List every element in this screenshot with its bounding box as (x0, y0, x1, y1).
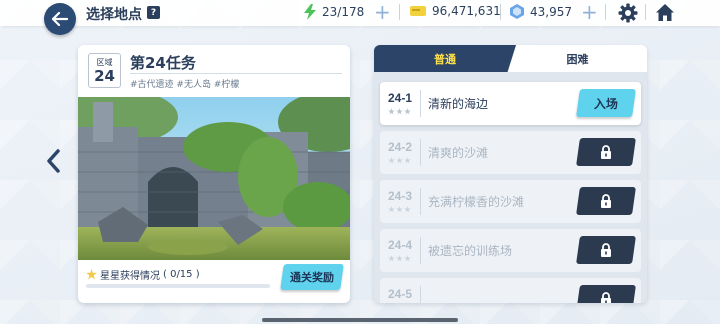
gear-icon[interactable] (618, 3, 638, 23)
star-icon (388, 157, 395, 164)
stage-item-24-1[interactable]: 24-1 清新的海边 入场 (380, 82, 641, 125)
enter-button[interactable]: 入场 (576, 89, 636, 117)
gems-value: 43,957 (530, 4, 572, 19)
divider (605, 4, 606, 20)
locked-button[interactable] (576, 236, 636, 264)
stage-stars (388, 108, 411, 115)
stamina-counter: 23/178 (304, 4, 364, 20)
title-underline (130, 73, 342, 74)
stage-item-24-3[interactable]: 24-3 充满柠檬香的沙滩 (380, 180, 641, 223)
lock-icon (601, 292, 611, 303)
stage-separator (420, 188, 421, 215)
stage-number: 24-2 (388, 140, 413, 154)
stars-label-text: 星星获得情况 (100, 271, 160, 282)
home-icon[interactable] (655, 3, 675, 23)
star-icon (404, 206, 411, 213)
stars-progress-bar (86, 284, 270, 288)
help-button[interactable]: ? (147, 6, 160, 19)
stage-name: 充满柠檬香的沙滩 (428, 195, 525, 209)
clear-reward-label: 通关奖励 (290, 271, 334, 284)
gems-counter: 43,957 (510, 4, 572, 19)
star-icon (86, 269, 97, 280)
stage-name: 清爽的沙滩 (428, 146, 489, 160)
star-icon (388, 255, 395, 262)
tab-hard-label: 困难 (566, 52, 589, 66)
star-icon (404, 255, 411, 262)
add-gems-button[interactable]: + (581, 2, 598, 22)
tab-hard[interactable]: 困难 (508, 45, 647, 72)
top-bar: 10:47 选择地点 ? 23/178 + 96,471,631 43,957 … (0, 0, 720, 26)
mission-tags: #古代遗迹 #无人岛 #柠檬 (130, 80, 240, 90)
divider (645, 4, 646, 20)
lock-icon (601, 145, 611, 159)
mission-title: 第24任务 (130, 54, 196, 72)
back-button[interactable] (44, 3, 76, 35)
stage-item-24-4[interactable]: 24-4 被遗忘的训练场 (380, 229, 641, 272)
divider (399, 4, 400, 20)
gem-icon (510, 4, 524, 19)
credits-counter: 96,471,631 (410, 4, 501, 18)
lock-icon (601, 243, 611, 257)
stage-name: 清新的海边 (428, 97, 489, 111)
star-icon (396, 255, 403, 262)
chevron-left-icon[interactable] (44, 148, 62, 174)
star-icon (396, 206, 403, 213)
tab-normal[interactable]: 普通 (374, 45, 516, 72)
home-indicator[interactable] (262, 318, 458, 322)
page-title: 选择地点 (86, 7, 142, 23)
star-icon (388, 108, 395, 115)
locked-button[interactable] (576, 138, 636, 166)
locked-button[interactable] (576, 285, 636, 303)
stage-separator (420, 139, 421, 166)
credits-value: 96,471,631 (432, 4, 501, 18)
area-badge: 区域 24 (88, 53, 121, 88)
stage-separator (420, 237, 421, 264)
clear-reward-button[interactable]: 通关奖励 (280, 264, 344, 290)
add-stamina-button[interactable]: + (374, 2, 391, 22)
stars-progress-label: 星星获得情况 ( 0/15 ) (86, 267, 200, 282)
ruins-scene-image (78, 97, 350, 260)
stage-stars (388, 157, 411, 164)
stage-item-24-5[interactable]: 24-5 (380, 278, 641, 303)
stage-name: 被遗忘的训练场 (428, 244, 513, 258)
area-number: 24 (94, 67, 115, 85)
lightning-icon (304, 4, 316, 20)
star-icon (396, 157, 403, 164)
stage-list-panel: 普通 困难 24-1 清新的海边 入场 24-2 清爽的沙滩 24-3 充满柠檬… (374, 45, 647, 303)
star-icon (404, 157, 411, 164)
mission-card: 区域 24 第24任务 #古代遗迹 #无人岛 #柠檬 星星获得情况 (0/15… (78, 45, 350, 303)
enter-label: 入场 (593, 96, 618, 111)
stage-stars (388, 206, 411, 213)
stage-number: 24-3 (388, 189, 413, 203)
locked-button[interactable] (576, 187, 636, 215)
stage-number: 24-5 (388, 287, 413, 301)
star-icon (404, 108, 411, 115)
stamina-value: 23/178 (322, 5, 365, 19)
stage-separator (420, 90, 421, 117)
stars-progress-value: ( 0/15 ) (163, 269, 200, 280)
credit-card-icon (410, 6, 426, 16)
stage-number: 24-4 (388, 238, 413, 252)
back-arrow-icon (52, 12, 68, 26)
stage-item-24-2[interactable]: 24-2 清爽的沙滩 (380, 131, 641, 174)
stage-separator (420, 286, 421, 303)
lock-icon (601, 194, 611, 208)
star-icon (388, 206, 395, 213)
stage-number: 24-1 (388, 91, 413, 105)
tab-normal-label: 普通 (434, 52, 456, 66)
divider (500, 4, 501, 20)
stage-stars (388, 255, 411, 262)
star-icon (396, 108, 403, 115)
